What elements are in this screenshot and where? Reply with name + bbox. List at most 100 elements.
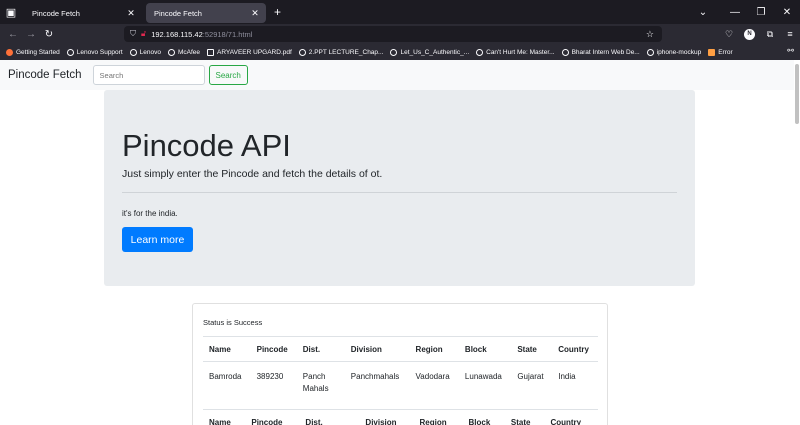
bookmark-star-icon[interactable]: ☆ bbox=[646, 29, 654, 40]
globe-icon bbox=[167, 48, 175, 56]
bookmark-aryaveer-pdf[interactable]: ARYAVEER UPGARD.pdf bbox=[207, 48, 292, 56]
tab-list-icon[interactable]: ▣ bbox=[0, 0, 22, 24]
bookmark-label: ARYAVEER UPGARD.pdf bbox=[217, 48, 292, 56]
column-header: Country bbox=[544, 409, 598, 425]
url-bar[interactable]: ⛉ 🔓︎ 192.168.115.42:52918/71.html ☆ bbox=[124, 26, 662, 42]
bookmark-let-us-c[interactable]: Let_Us_C_Authentic_... bbox=[390, 48, 470, 56]
search-button[interactable]: Search bbox=[208, 65, 248, 85]
page-viewport: Pincode Fetch Search Pincode API Just si… bbox=[0, 60, 800, 425]
note-text: it's for the india. bbox=[122, 209, 178, 218]
other-bookmarks-icon[interactable]: ⚯ bbox=[787, 46, 794, 55]
bookmark-bharat-intern[interactable]: Bharat Intern Web De... bbox=[561, 48, 640, 56]
bookmark-label: Error bbox=[718, 48, 733, 56]
navigation-toolbar: ← → ↻ ⛉ 🔓︎ 192.168.115.42:52918/71.html … bbox=[0, 24, 800, 44]
firefox-icon bbox=[6, 48, 13, 56]
page-scrollbar[interactable] bbox=[794, 60, 800, 425]
result-table: Name Pincode Dist. Division Region Block… bbox=[203, 336, 598, 409]
table-cell: India bbox=[558, 372, 576, 381]
menu-icon[interactable]: ≡ bbox=[780, 29, 800, 39]
shield-icon[interactable]: ⛉ bbox=[130, 29, 136, 39]
window-close-icon[interactable]: ✕ bbox=[774, 7, 800, 18]
table-cell: Lunawada bbox=[464, 372, 502, 381]
reload-icon[interactable]: ↻ bbox=[40, 29, 58, 40]
bookmark-label: Can't Hurt Me: Master... bbox=[486, 48, 555, 56]
column-header: Block bbox=[458, 336, 512, 362]
pocket-icon[interactable]: ♡ bbox=[719, 29, 739, 40]
chevron-down-icon[interactable]: ⌄ bbox=[690, 7, 716, 18]
bookmark-lenovo-support[interactable]: Lenovo Support bbox=[66, 48, 123, 56]
table-cell: Panchmahals bbox=[350, 372, 400, 381]
column-header: Name bbox=[203, 336, 251, 362]
jumbotron: Pincode API Just simply enter the Pincod… bbox=[104, 90, 695, 286]
result-table-2: Name Pincode Dist. Division Region Block… bbox=[203, 409, 598, 425]
learn-more-button[interactable]: Learn more bbox=[122, 227, 193, 252]
site-navbar: Pincode Fetch Search bbox=[0, 60, 794, 90]
tab-title: Pincode Fetch bbox=[32, 8, 80, 18]
globe-icon bbox=[561, 48, 569, 56]
table-cell: Panch Mahals bbox=[302, 372, 329, 393]
column-header: Block bbox=[462, 409, 505, 425]
table-header-row: Name Pincode Dist. Division Region Block… bbox=[203, 336, 598, 362]
error-icon bbox=[708, 48, 716, 56]
account-avatar[interactable]: N bbox=[744, 28, 755, 40]
bookmark-ppt-lecture[interactable]: 2.PPT LECTURE_Chap... bbox=[298, 48, 384, 56]
extensions-icon[interactable]: ⧉ bbox=[760, 29, 780, 40]
column-header: Pincode bbox=[250, 336, 297, 362]
bookmark-cant-hurt-me[interactable]: Can't Hurt Me: Master... bbox=[476, 48, 555, 56]
column-header: Country bbox=[552, 336, 598, 362]
scrollbar-thumb[interactable] bbox=[795, 64, 799, 124]
tab-pincode-fetch-2[interactable]: Pincode Fetch ✕ bbox=[146, 3, 266, 23]
globe-icon bbox=[129, 48, 137, 56]
bookmarks-toolbar: Getting Started Lenovo Support Lenovo Mc… bbox=[0, 44, 800, 60]
bookmark-iphone-mockup[interactable]: iphone-mockup bbox=[646, 48, 702, 56]
close-icon[interactable]: ✕ bbox=[250, 8, 260, 19]
column-header: Division bbox=[344, 336, 410, 362]
page-title: Pincode API bbox=[122, 128, 291, 163]
search-input[interactable] bbox=[92, 65, 205, 85]
globe-icon bbox=[390, 48, 398, 56]
table-row: Bamroda 389230 Panch Mahals Panchmahals … bbox=[203, 362, 598, 409]
bookmark-label: Lenovo Support bbox=[76, 48, 123, 56]
url-path: :52918/71.html bbox=[202, 29, 253, 39]
bookmark-label: Let_Us_C_Authentic_... bbox=[400, 48, 470, 56]
tab-pincode-fetch-1[interactable]: Pincode Fetch ✕ bbox=[24, 3, 142, 23]
insecure-lock-icon[interactable]: 🔓︎ bbox=[141, 29, 146, 39]
bookmark-label: iphone-mockup bbox=[656, 48, 702, 56]
column-header: Region bbox=[413, 409, 463, 425]
column-header: State bbox=[511, 336, 553, 362]
lead-text: Just simply enter the Pincode and fetch … bbox=[122, 168, 383, 180]
globe-icon bbox=[476, 48, 484, 56]
bookmark-mcafee[interactable]: McAfee bbox=[167, 48, 201, 56]
close-icon[interactable]: ✕ bbox=[126, 8, 136, 19]
bookmark-lenovo[interactable]: Lenovo bbox=[129, 48, 161, 56]
back-icon[interactable]: ← bbox=[4, 29, 22, 40]
bookmark-label: Getting Started bbox=[16, 48, 60, 56]
navbar-brand[interactable]: Pincode Fetch bbox=[8, 69, 82, 81]
new-tab-icon[interactable]: + bbox=[274, 5, 281, 19]
globe-icon bbox=[66, 48, 74, 56]
result-card: Status is Success Name Pincode Dist. Div… bbox=[192, 303, 608, 425]
minimize-icon[interactable]: — bbox=[722, 7, 748, 18]
bookmark-getting-started[interactable]: Getting Started bbox=[6, 48, 60, 56]
column-header: Dist. bbox=[296, 336, 345, 362]
divider bbox=[122, 192, 677, 193]
bookmark-label: Bharat Intern Web De... bbox=[571, 48, 640, 56]
bookmark-label: Lenovo bbox=[139, 48, 161, 56]
column-header: Division bbox=[359, 409, 414, 425]
bookmark-label: McAfee bbox=[177, 48, 201, 56]
tab-title: Pincode Fetch bbox=[154, 8, 202, 18]
bookmark-label: 2.PPT LECTURE_Chap... bbox=[308, 48, 384, 56]
column-header: Region bbox=[409, 336, 459, 362]
forward-icon[interactable]: → bbox=[22, 29, 40, 40]
pdf-icon bbox=[207, 48, 215, 56]
restore-icon[interactable]: ❐ bbox=[748, 7, 774, 18]
status-text: Status is Success bbox=[203, 318, 263, 327]
column-header: State bbox=[504, 409, 545, 425]
globe-icon bbox=[646, 48, 654, 56]
bookmark-error[interactable]: Error bbox=[708, 48, 733, 56]
tab-strip: ▣ Pincode Fetch ✕ Pincode Fetch ✕ + ⌄ — … bbox=[0, 0, 800, 24]
globe-icon bbox=[298, 48, 306, 56]
url-host: 192.168.115.42 bbox=[151, 29, 203, 39]
column-header: Dist. bbox=[299, 409, 360, 425]
column-header: Pincode bbox=[245, 409, 300, 425]
